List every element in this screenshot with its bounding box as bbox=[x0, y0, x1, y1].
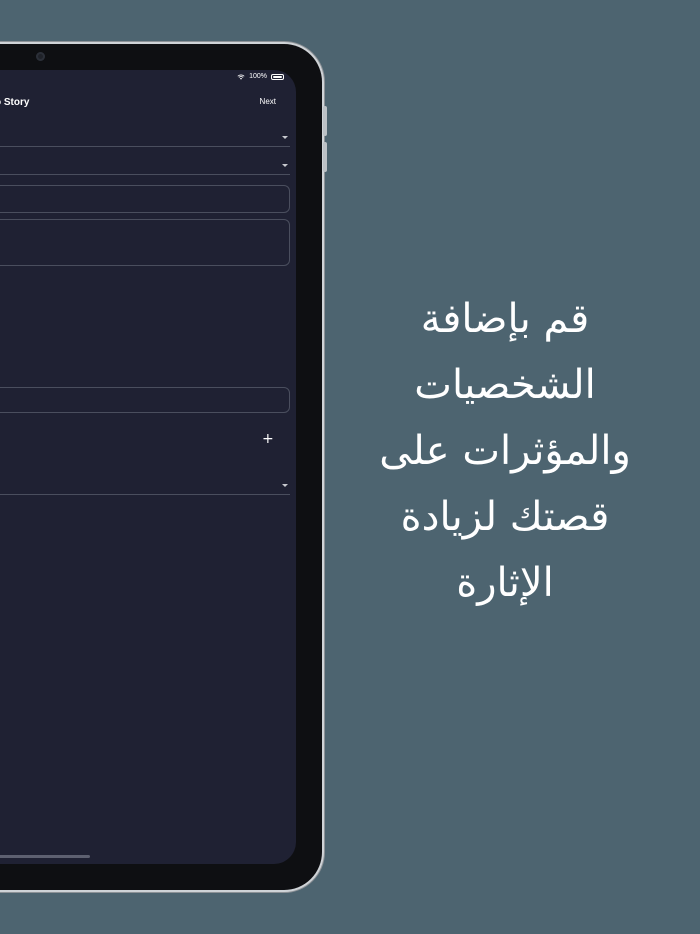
volume-up-button bbox=[323, 106, 327, 136]
promo-line: والمؤثرات على bbox=[379, 428, 631, 474]
home-indicator bbox=[0, 855, 90, 858]
chevron-down-icon bbox=[282, 164, 288, 167]
character-name-input[interactable] bbox=[0, 387, 290, 413]
chevron-down-icon bbox=[282, 484, 288, 487]
story-type-dropdown[interactable] bbox=[0, 121, 290, 147]
promo-caption: قم بإضافة الشخصيات والمؤثرات على قصتك لز… bbox=[340, 286, 670, 616]
wifi-icon bbox=[237, 74, 245, 80]
effects-dropdown[interactable] bbox=[0, 469, 290, 495]
promo-line: الإثارة bbox=[456, 560, 554, 606]
battery-percentage: 100% bbox=[249, 73, 267, 80]
story-category-dropdown[interactable] bbox=[0, 149, 290, 175]
next-button[interactable]: Next bbox=[260, 97, 276, 106]
promo-line: قم بإضافة bbox=[420, 296, 590, 342]
app-screen: 100% o Story Next + bbox=[0, 70, 296, 864]
battery-icon bbox=[271, 73, 284, 80]
app-store-screenshot: 100% o Story Next + قم بإضافة الشخصيات bbox=[0, 0, 700, 934]
promo-line: الشخصيات bbox=[414, 362, 596, 408]
status-bar: 100% bbox=[237, 73, 284, 80]
camera-icon bbox=[36, 52, 45, 61]
chevron-down-icon bbox=[282, 136, 288, 139]
page-title: o Story bbox=[0, 97, 30, 108]
ipad-frame: 100% o Story Next + bbox=[0, 44, 327, 890]
volume-down-button bbox=[323, 142, 327, 172]
title-input[interactable] bbox=[0, 185, 290, 213]
add-character-button[interactable]: + bbox=[262, 432, 274, 446]
promo-line: قصتك لزيادة bbox=[400, 494, 610, 540]
description-textarea[interactable] bbox=[0, 219, 290, 266]
